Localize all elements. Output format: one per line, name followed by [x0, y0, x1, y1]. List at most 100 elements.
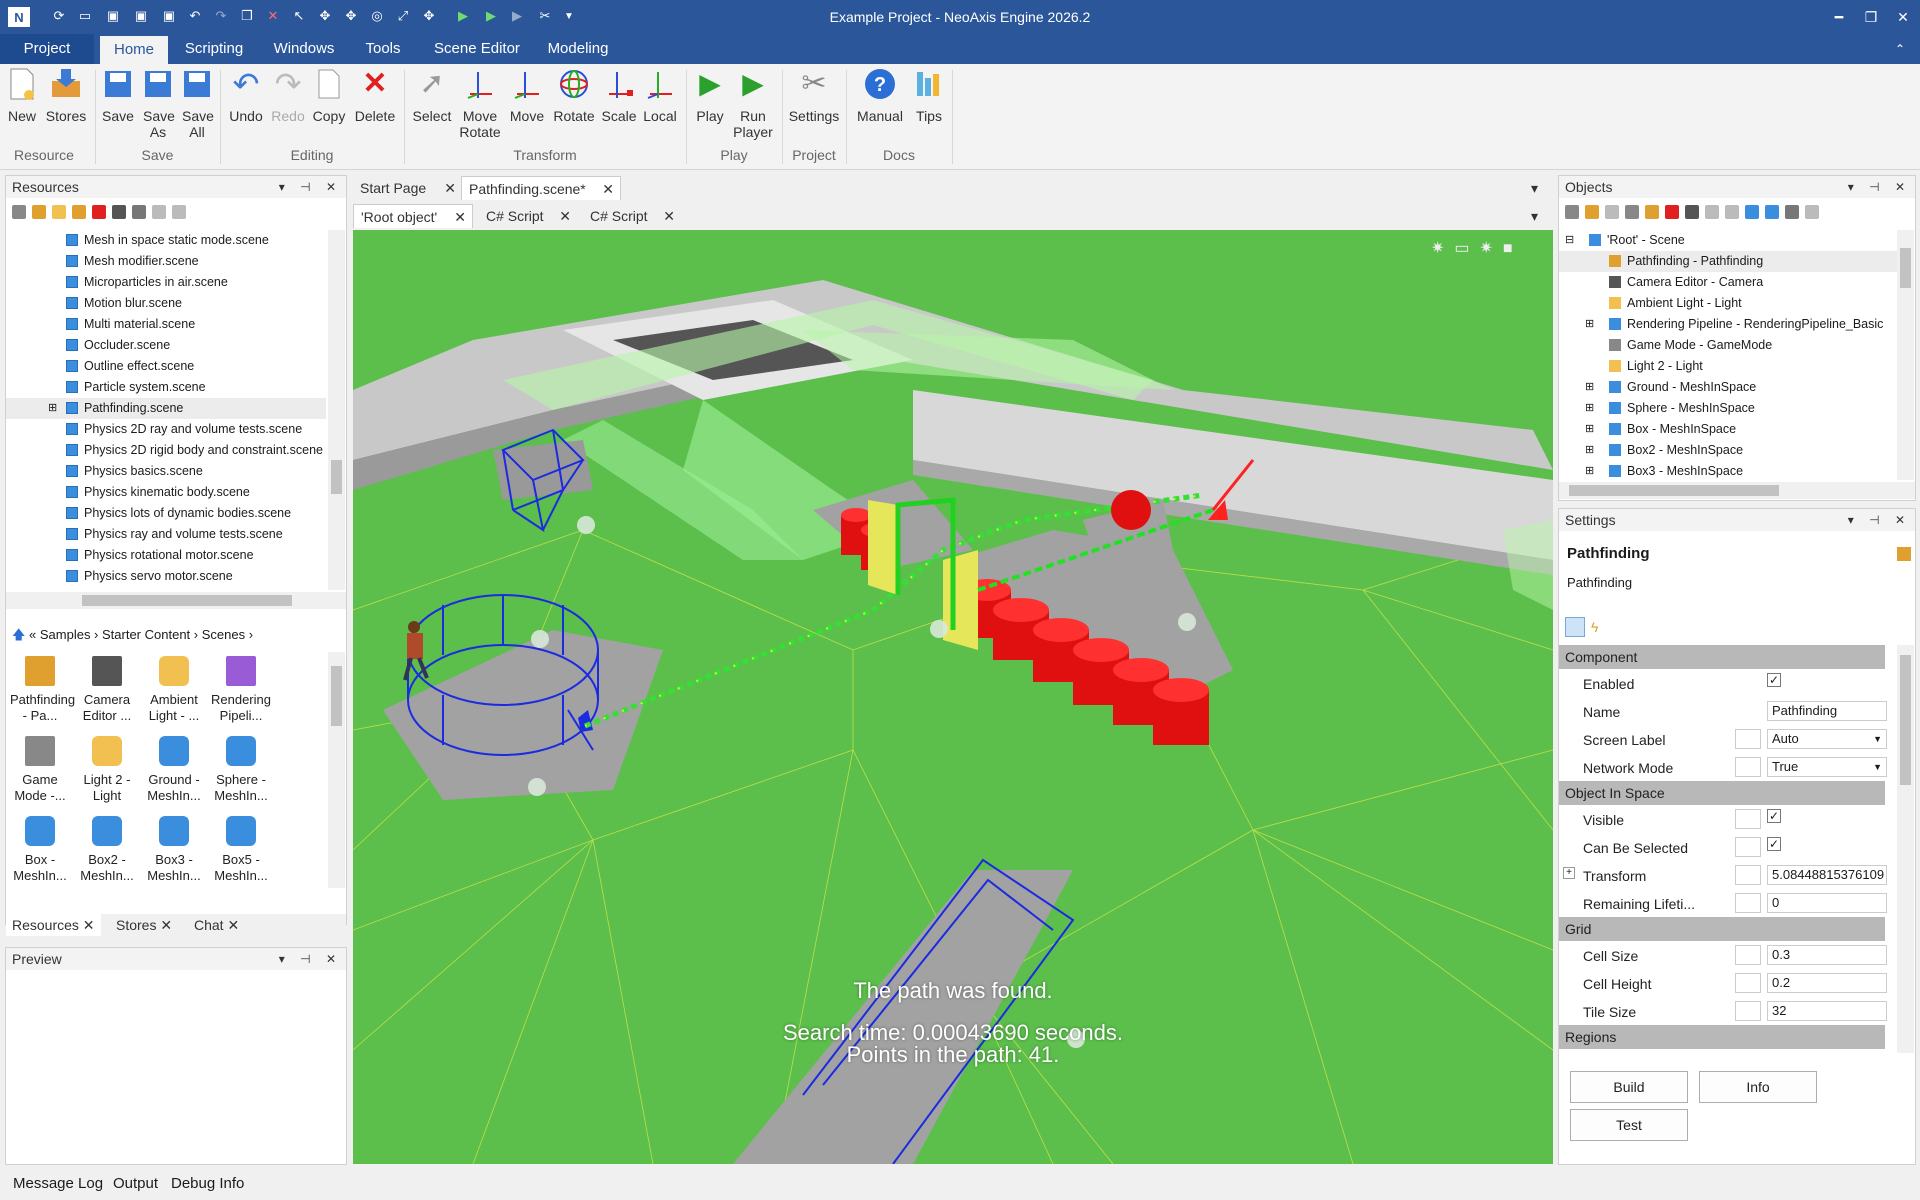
- network-mode-reset[interactable]: [1735, 757, 1761, 777]
- tab-output[interactable]: Output: [113, 1175, 158, 1192]
- tab-root-object[interactable]: 'Root object' ✕: [353, 204, 473, 228]
- resource-file-item[interactable]: Physics basics.scene: [6, 461, 326, 482]
- screen-label-select[interactable]: Auto ▼: [1767, 729, 1887, 749]
- resource-icon-item[interactable]: Sphere - MeshIn...: [211, 736, 271, 804]
- copy-icon[interactable]: [1705, 205, 1719, 219]
- resource-icon-item[interactable]: Box2 - MeshIn...: [77, 816, 137, 884]
- move-rotate-button[interactable]: Move Rotate: [455, 66, 505, 140]
- category-grid[interactable]: Grid: [1559, 917, 1885, 941]
- resource-icon-item[interactable]: Camera Editor ...: [77, 656, 137, 724]
- tile-size-reset[interactable]: [1735, 1001, 1761, 1021]
- scroll-thumb[interactable]: [1900, 248, 1911, 288]
- minimize-icon[interactable]: ━: [1826, 6, 1852, 28]
- tab-debug-info[interactable]: Debug Info: [171, 1175, 244, 1192]
- expand-plus-icon[interactable]: ⊞: [1585, 377, 1594, 398]
- screen-label-reset[interactable]: [1735, 729, 1761, 749]
- save-button[interactable]: Save: [98, 66, 138, 124]
- select-button[interactable]: ➚ Select: [408, 66, 456, 125]
- visible-reset[interactable]: [1735, 809, 1761, 829]
- object-tree-item[interactable]: Game Mode - GameMode: [1559, 335, 1897, 356]
- object-tree-item[interactable]: Light 2 - Light: [1559, 356, 1897, 377]
- remaining-lifetime-reset[interactable]: [1735, 893, 1761, 913]
- delete-icon[interactable]: [92, 205, 106, 219]
- object-tree-item[interactable]: ⊞ Rendering Pipeline - RenderingPipeline_…: [1559, 314, 1897, 335]
- expand-plus-icon[interactable]: ⊞: [1585, 419, 1594, 440]
- build-button[interactable]: Build: [1570, 1071, 1688, 1103]
- local-button[interactable]: Local: [638, 66, 682, 124]
- settings-icon[interactable]: [12, 205, 26, 219]
- move-up-icon[interactable]: [1745, 205, 1759, 219]
- edit-icon[interactable]: [1645, 205, 1659, 219]
- resource-file-item[interactable]: Mesh modifier.scene: [6, 251, 326, 272]
- cell-size-input[interactable]: 0.3: [1767, 945, 1887, 965]
- object-tree-item[interactable]: ⊞ Ground - MeshInSpace: [1559, 377, 1897, 398]
- menu-modeling[interactable]: Modeling: [538, 34, 618, 64]
- tab-csharp-script-2[interactable]: C# Script ✕: [583, 204, 681, 228]
- transform-reset[interactable]: [1735, 865, 1761, 885]
- tab-list-dropdown-icon[interactable]: ▾: [1531, 176, 1551, 200]
- enabled-checkbox[interactable]: ✓: [1767, 673, 1781, 687]
- cell-size-reset[interactable]: [1735, 945, 1761, 965]
- new-icon[interactable]: [1605, 205, 1619, 219]
- sub-tab-dropdown-icon[interactable]: ▾: [1531, 204, 1551, 228]
- undo-button[interactable]: ↶ Undo: [225, 66, 267, 124]
- resource-icon-item[interactable]: Game Mode -...: [10, 736, 70, 804]
- scroll-thumb[interactable]: [331, 460, 342, 494]
- network-mode-select[interactable]: True ▼: [1767, 757, 1887, 777]
- tab-message-log[interactable]: Message Log: [13, 1175, 103, 1192]
- resource-icon-item[interactable]: Ambient Light - ...: [144, 656, 204, 724]
- name-input[interactable]: Pathfinding: [1767, 701, 1887, 721]
- object-tree-item[interactable]: Pathfinding - Pathfinding: [1559, 251, 1897, 272]
- resource-file-item[interactable]: Outline effect.scene: [6, 356, 326, 377]
- resource-icon-item[interactable]: Ground - MeshIn...: [144, 736, 204, 804]
- duplicate-icon[interactable]: [1805, 205, 1819, 219]
- object-tree-item[interactable]: ⊞ Box3 - MeshInSpace: [1559, 461, 1897, 480]
- resource-file-item[interactable]: Microparticles in air.scene: [6, 272, 326, 293]
- scale-button[interactable]: Scale: [598, 66, 640, 124]
- resource-icon-item[interactable]: Light 2 - Light: [77, 736, 137, 804]
- delete-icon[interactable]: [1665, 205, 1679, 219]
- properties-tab-icon[interactable]: [1565, 617, 1585, 637]
- resource-file-item[interactable]: Motion blur.scene: [6, 293, 326, 314]
- resource-file-item[interactable]: Mesh in space static mode.scene: [6, 230, 326, 251]
- object-tree-item[interactable]: ⊞ Box - MeshInSpace: [1559, 419, 1897, 440]
- menu-scene-editor[interactable]: Scene Editor: [422, 34, 532, 64]
- window-icon[interactable]: [1625, 205, 1639, 219]
- rename-icon[interactable]: [112, 205, 126, 219]
- breadcrumb-overflow[interactable]: «: [29, 627, 36, 642]
- resource-icon-item[interactable]: Box3 - MeshIn...: [144, 816, 204, 884]
- move-down-icon[interactable]: [1765, 205, 1779, 219]
- resource-file-item[interactable]: Physics ray and volume tests.scene: [6, 524, 326, 545]
- resource-file-item[interactable]: ⊞ Pathfinding.scene: [6, 398, 326, 419]
- panel-controls[interactable]: ▾ ⊣ ✕: [279, 176, 342, 198]
- stores-button[interactable]: Stores: [42, 66, 90, 124]
- resource-file-item[interactable]: Occluder.scene: [6, 335, 326, 356]
- menu-scripting[interactable]: Scripting: [174, 34, 254, 64]
- add-icon[interactable]: [1585, 205, 1599, 219]
- tips-button[interactable]: Tips: [909, 66, 949, 124]
- can-be-selected-checkbox[interactable]: ✓: [1767, 837, 1781, 851]
- resource-file-item[interactable]: Physics kinematic body.scene: [6, 482, 326, 503]
- menu-tools[interactable]: Tools: [354, 34, 412, 64]
- tab-stores[interactable]: Stores ✕: [110, 914, 178, 936]
- up-arrow-icon[interactable]: 🡅: [12, 627, 25, 642]
- category-component[interactable]: Component: [1559, 645, 1885, 669]
- resource-file-item[interactable]: Physics lots of dynamic bodies.scene: [6, 503, 326, 524]
- new-resource-icon[interactable]: [72, 205, 86, 219]
- objects-vscrollbar[interactable]: [1897, 230, 1914, 480]
- scroll-thumb[interactable]: [331, 666, 342, 726]
- object-tree-item[interactable]: ⊞ Sphere - MeshInSpace: [1559, 398, 1897, 419]
- hscroll-thumb[interactable]: [82, 595, 292, 606]
- object-tree-item[interactable]: Ambient Light - Light: [1559, 293, 1897, 314]
- info-button[interactable]: Info: [1699, 1071, 1817, 1103]
- resources-hscrollbar[interactable]: [6, 592, 346, 609]
- panel-controls[interactable]: ▾ ⊣ ✕: [279, 948, 342, 970]
- copy-icon[interactable]: [152, 205, 166, 219]
- resource-file-item[interactable]: Physics servo motor.scene: [6, 566, 326, 587]
- save-all-button[interactable]: Save All: [177, 66, 217, 140]
- expand-plus-icon[interactable]: ⊞: [1585, 398, 1594, 419]
- close-icon[interactable]: ✕: [1890, 6, 1916, 28]
- hscroll-thumb[interactable]: [1569, 485, 1779, 496]
- tab-chat[interactable]: Chat ✕: [188, 914, 245, 936]
- save-as-button[interactable]: Save As: [138, 66, 178, 140]
